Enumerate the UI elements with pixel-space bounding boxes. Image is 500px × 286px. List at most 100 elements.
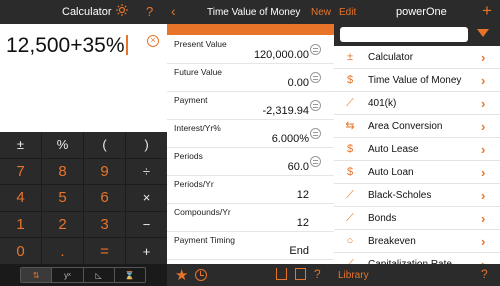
tvm-row[interactable]: Interest/Yr% 6.000%: [167, 120, 334, 148]
sort-icon[interactable]: ⇅: [21, 268, 53, 282]
stack-icon[interactable]: [310, 128, 321, 139]
key-12[interactable]: 1: [0, 211, 41, 238]
key-3[interactable]: ): [126, 132, 167, 158]
accent-stripe: [167, 24, 334, 35]
key-9[interactable]: 5: [42, 185, 83, 211]
list-item[interactable]: $ Auto Loan ›: [334, 161, 500, 184]
key-5[interactable]: 8: [42, 158, 83, 185]
key-4[interactable]: 7: [0, 158, 41, 185]
key-17[interactable]: .: [42, 238, 83, 264]
clock-icon[interactable]: [195, 269, 207, 281]
list-item[interactable]: ⟋ Black-Scholes ›: [334, 184, 500, 207]
key-7[interactable]: ÷: [126, 158, 167, 185]
geometry-icon[interactable]: ◺: [84, 268, 115, 282]
tvm-row-value[interactable]: 120,000.00: [254, 49, 309, 61]
tvm-row-value[interactable]: 6.000%: [272, 133, 309, 145]
hourglass-icon[interactable]: ⌛: [115, 268, 145, 282]
calculator-title: Calculator: [62, 6, 112, 18]
list-item-label: Auto Lease: [368, 144, 419, 155]
help-icon[interactable]: ?: [314, 267, 321, 281]
back-chevron-icon[interactable]: ‹: [171, 3, 176, 19]
key-18[interactable]: =: [84, 238, 125, 264]
tvm-row[interactable]: Present Value 120,000.00: [167, 36, 334, 64]
key-10[interactable]: 6: [84, 185, 125, 211]
tvm-row[interactable]: Payment -2,319.94: [167, 92, 334, 120]
calculator-mode-tabs: ⇅ yˣ ◺ ⌛: [20, 267, 146, 283]
list-item[interactable]: ○ Breakeven ›: [334, 230, 500, 253]
app-root: Calculator ? 12,500+35% × ±%() 7 8 9 ÷ 4 5 6 × 1 2…: [0, 0, 500, 286]
chevron-right-icon: ›: [481, 234, 486, 249]
tvm-row[interactable]: Future Value 0.00: [167, 64, 334, 92]
tvm-row[interactable]: Compounds/Yr 12: [167, 204, 334, 232]
tvm-row-label: Present Value: [174, 39, 227, 49]
help-icon[interactable]: ?: [481, 267, 488, 281]
key-6[interactable]: 9: [84, 158, 125, 185]
key-15[interactable]: −: [126, 211, 167, 238]
add-icon[interactable]: +: [482, 1, 492, 21]
clear-icon[interactable]: ×: [147, 35, 159, 47]
key-14[interactable]: 3: [84, 211, 125, 238]
list-item[interactable]: $ Time Value of Money ›: [334, 69, 500, 92]
list-item[interactable]: ⟋ Bonds ›: [334, 207, 500, 230]
bulb-icon: ○: [346, 235, 354, 247]
sun-icon[interactable]: [116, 4, 128, 16]
tvm-row[interactable]: Periods 60.0: [167, 148, 334, 176]
chevron-right-icon: ›: [481, 73, 486, 88]
key-19[interactable]: +: [126, 238, 167, 264]
tvm-title: Time Value of Money: [207, 7, 301, 18]
tvm-row-label: Payment: [174, 95, 208, 105]
list-item-label: Bonds: [368, 213, 397, 224]
dollar-icon: $: [346, 74, 354, 86]
star-icon[interactable]: ★: [175, 266, 188, 284]
library-button[interactable]: Library: [338, 270, 369, 281]
tvm-titlebar: ‹ Time Value of Money New: [167, 0, 334, 24]
calculator-icon: ±: [346, 51, 354, 63]
key-11[interactable]: ×: [126, 185, 167, 211]
key-13[interactable]: 2: [42, 211, 83, 238]
tvm-row-value[interactable]: End: [289, 245, 309, 257]
library-toolbar: Library ?: [334, 264, 500, 286]
tvm-row[interactable]: Periods/Yr 12: [167, 176, 334, 204]
tvm-row-value[interactable]: 60.0: [288, 161, 309, 173]
list-item[interactable]: $ Auto Lease ›: [334, 138, 500, 161]
new-button[interactable]: New: [311, 7, 331, 18]
chevron-right-icon: ›: [481, 50, 486, 65]
tvm-row-label: Future Value: [174, 67, 223, 77]
key-8[interactable]: 4: [0, 185, 41, 211]
chevron-right-icon: ›: [481, 188, 486, 203]
stack-icon[interactable]: [310, 156, 321, 167]
filter-icon[interactable]: [477, 29, 489, 37]
help-icon[interactable]: ?: [146, 4, 153, 19]
trend-icon: ⟋: [346, 189, 354, 201]
key-16[interactable]: 0: [0, 238, 41, 264]
tvm-row-label: Periods: [174, 151, 203, 161]
tvm-row-value[interactable]: 12: [297, 217, 309, 229]
share-icon[interactable]: [276, 268, 287, 280]
edit-icon[interactable]: [295, 268, 306, 280]
stack-icon[interactable]: [310, 44, 321, 55]
list-item-label: Breakeven: [368, 236, 416, 247]
list-item[interactable]: ⇆ Area Conversion ›: [334, 115, 500, 138]
power-icon[interactable]: yˣ: [52, 268, 84, 282]
edit-button[interactable]: Edit: [339, 7, 356, 18]
key-2[interactable]: (: [84, 132, 125, 158]
list-item-label: Auto Loan: [368, 167, 414, 178]
search-input[interactable]: [340, 27, 468, 42]
library-panel: Edit powerOne + ± Calculator › $ Time Value …: [334, 0, 500, 286]
list-item-label: 401(k): [368, 98, 397, 109]
list-item[interactable]: ± Calculator ›: [334, 46, 500, 69]
expression-text: 12,500+35%: [6, 34, 125, 57]
stack-icon[interactable]: [310, 72, 321, 83]
key-0[interactable]: ±: [0, 132, 41, 158]
expression-display[interactable]: 12,500+35%: [6, 34, 128, 58]
key-1[interactable]: %: [42, 132, 83, 158]
tvm-row-value[interactable]: -2,319.94: [263, 105, 309, 117]
stack-icon[interactable]: [310, 100, 321, 111]
dollar-icon: $: [346, 143, 354, 155]
list-item[interactable]: ⟋ 401(k) ›: [334, 92, 500, 115]
chevron-right-icon: ›: [481, 211, 486, 226]
chevron-right-icon: ›: [481, 96, 486, 111]
tvm-row-value[interactable]: 12: [297, 189, 309, 201]
tvm-row-value[interactable]: 0.00: [288, 77, 309, 89]
tvm-row[interactable]: Payment Timing End: [167, 232, 334, 260]
